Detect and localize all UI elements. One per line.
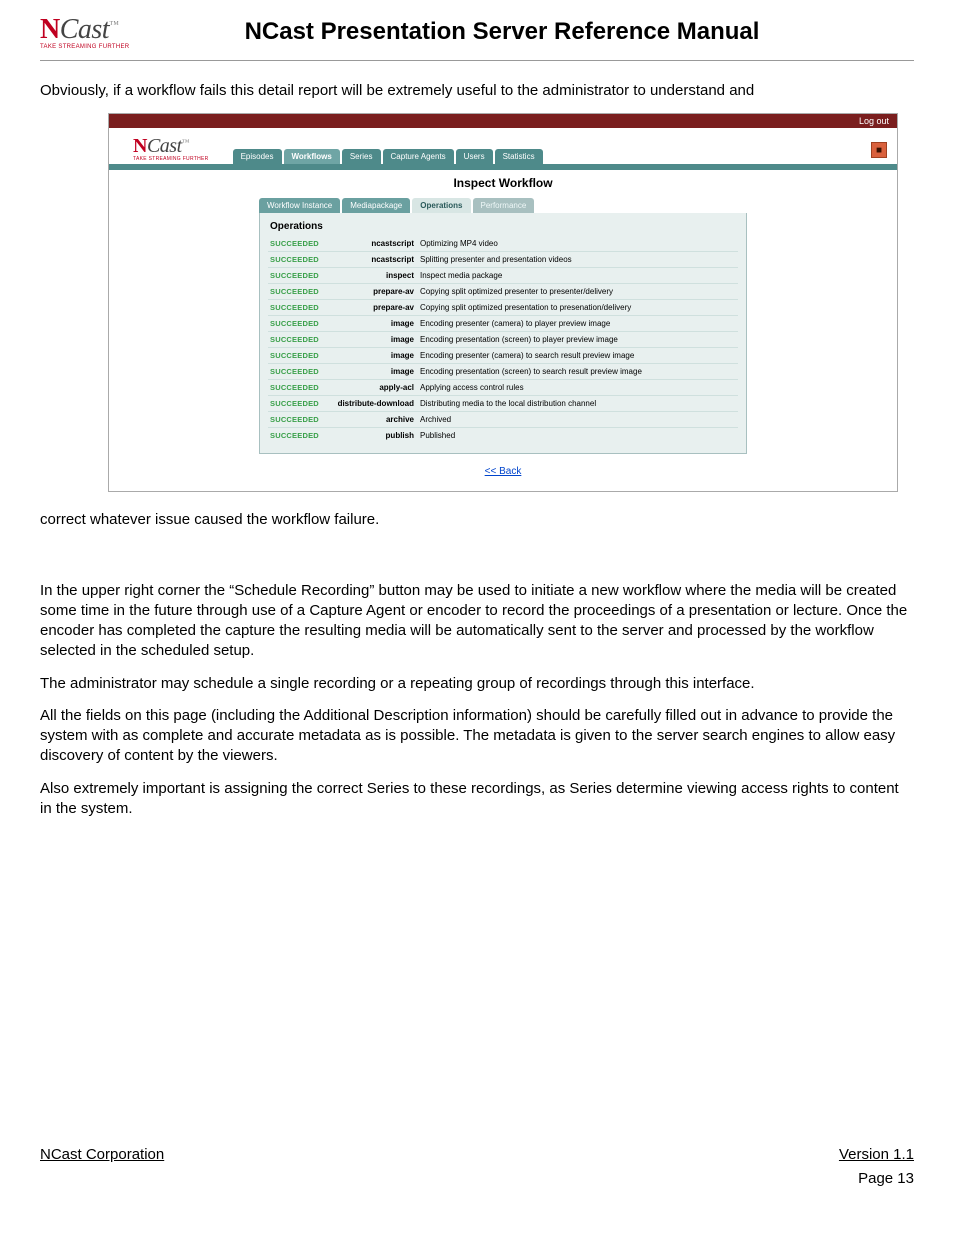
operation-description: Archived (420, 415, 451, 424)
logout-link[interactable]: Log out (859, 116, 889, 126)
operation-label: inspect (330, 271, 420, 280)
logo-n: N (40, 14, 60, 45)
main-tab-workflows[interactable]: Workflows (284, 149, 340, 164)
operation-label: prepare-av (330, 287, 420, 296)
ribbon-logo: NCast™ TAKE STREAMING FURTHER (109, 131, 223, 164)
operation-description: Encoding presenter (camera) to search re… (420, 351, 634, 360)
operation-row[interactable]: SUCCEEDEDimageEncoding presentation (scr… (268, 332, 738, 348)
schedule-recording-icon[interactable]: ■ (871, 142, 887, 158)
operation-label: prepare-av (330, 303, 420, 312)
operation-row[interactable]: SUCCEEDEDncastscriptSplitting presenter … (268, 252, 738, 268)
paragraph: The administrator may schedule a single … (40, 674, 914, 694)
inspect-workflow-screenshot: Log out NCast™ TAKE STREAMING FURTHER Ep… (108, 113, 898, 492)
back-link-wrap: << Back (109, 454, 897, 491)
back-link[interactable]: << Back (485, 466, 522, 477)
operation-description: Optimizing MP4 video (420, 239, 498, 248)
main-nav-tabs: EpisodesWorkflowsSeriesCapture AgentsUse… (233, 149, 543, 164)
operation-row[interactable]: SUCCEEDEDapply-aclApplying access contro… (268, 380, 738, 396)
operation-status: SUCCEEDED (270, 303, 330, 312)
operation-row[interactable]: SUCCEEDEDinspectInspect media package (268, 268, 738, 284)
paragraph: correct whatever issue caused the workfl… (40, 510, 914, 530)
sub-nav-tabs: Workflow InstanceMediapackageOperationsP… (259, 198, 897, 213)
operation-row[interactable]: SUCCEEDEDprepare-avCopying split optimiz… (268, 284, 738, 300)
operation-row[interactable]: SUCCEEDEDimageEncoding presenter (camera… (268, 316, 738, 332)
operation-description: Distributing media to the local distribu… (420, 399, 596, 408)
operation-description: Inspect media package (420, 271, 502, 280)
operation-label: ncastscript (330, 239, 420, 248)
app-ribbon: NCast™ TAKE STREAMING FURTHER EpisodesWo… (109, 128, 897, 164)
body-text-1: Obviously, if a workflow fails this deta… (40, 81, 914, 101)
operation-status: SUCCEEDED (270, 287, 330, 296)
operation-status: SUCCEEDED (270, 399, 330, 408)
screen-title: Inspect Workflow (109, 170, 897, 198)
sub-tab-mediapackage[interactable]: Mediapackage (342, 198, 410, 213)
operation-status: SUCCEEDED (270, 271, 330, 280)
operations-list: SUCCEEDEDncastscriptOptimizing MP4 video… (268, 236, 738, 443)
body-text-2: correct whatever issue caused the workfl… (40, 510, 914, 530)
paragraph: In the upper right corner the “Schedule … (40, 581, 914, 662)
operation-description: Splitting presenter and presentation vid… (420, 255, 572, 264)
operation-row[interactable]: SUCCEEDEDprepare-avCopying split optimiz… (268, 300, 738, 316)
paragraph: All the fields on this page (including t… (40, 706, 914, 767)
operation-row[interactable]: SUCCEEDEDarchiveArchived (268, 412, 738, 428)
operation-description: Encoding presentation (screen) to player… (420, 335, 618, 344)
operation-description: Published (420, 431, 455, 440)
operation-status: SUCCEEDED (270, 431, 330, 440)
operation-description: Encoding presentation (screen) to search… (420, 367, 642, 376)
sub-tab-workflow-instance[interactable]: Workflow Instance (259, 198, 340, 213)
operation-row[interactable]: SUCCEEDEDncastscriptOptimizing MP4 video (268, 236, 738, 252)
main-tab-series[interactable]: Series (342, 149, 381, 164)
footer-company: NCast Corporation (40, 1146, 164, 1163)
operation-label: apply-acl (330, 383, 420, 392)
main-tab-statistics[interactable]: Statistics (495, 149, 543, 164)
operation-description: Encoding presenter (camera) to player pr… (420, 319, 610, 328)
operation-row[interactable]: SUCCEEDEDimageEncoding presentation (scr… (268, 364, 738, 380)
operation-label: distribute-download (330, 399, 420, 408)
operation-description: Copying split optimized presentation to … (420, 303, 631, 312)
page-number: Page 13 (0, 1170, 954, 1187)
page-header: NCast™ TAKE STREAMING FURTHER NCast Pres… (40, 0, 914, 61)
main-tab-capture-agents[interactable]: Capture Agents (383, 149, 454, 164)
operation-label: image (330, 351, 420, 360)
operation-row[interactable]: SUCCEEDEDpublishPublished (268, 428, 738, 443)
operation-status: SUCCEEDED (270, 351, 330, 360)
ncast-logo: NCast™ TAKE STREAMING FURTHER (40, 14, 190, 50)
paragraph: Also extremely important is assigning th… (40, 779, 914, 820)
sub-tab-performance[interactable]: Performance (473, 198, 535, 213)
operation-label: publish (330, 431, 420, 440)
operation-description: Applying access control rules (420, 383, 524, 392)
paragraph: Obviously, if a workflow fails this deta… (40, 81, 914, 101)
operation-label: archive (330, 415, 420, 424)
page-footer: NCast Corporation Version 1.1 (0, 1145, 954, 1163)
app-topbar: Log out (109, 114, 897, 128)
footer-version: Version 1.1 (839, 1146, 914, 1163)
document-title: NCast Presentation Server Reference Manu… (190, 18, 914, 46)
body-text-3: In the upper right corner the “Schedule … (40, 581, 914, 820)
operation-row[interactable]: SUCCEEDEDimageEncoding presenter (camera… (268, 348, 738, 364)
main-tab-users[interactable]: Users (456, 149, 493, 164)
operation-row[interactable]: SUCCEEDEDdistribute-downloadDistributing… (268, 396, 738, 412)
operation-label: image (330, 367, 420, 376)
operation-status: SUCCEEDED (270, 255, 330, 264)
main-tab-episodes[interactable]: Episodes (233, 149, 282, 164)
operation-status: SUCCEEDED (270, 335, 330, 344)
operation-status: SUCCEEDED (270, 239, 330, 248)
operation-label: image (330, 319, 420, 328)
sub-tab-operations[interactable]: Operations (412, 198, 470, 213)
operations-panel: Operations SUCCEEDEDncastscriptOptimizin… (259, 213, 747, 454)
operation-status: SUCCEEDED (270, 383, 330, 392)
operation-status: SUCCEEDED (270, 415, 330, 424)
operation-label: image (330, 335, 420, 344)
operation-status: SUCCEEDED (270, 367, 330, 376)
logo-cast: Cast (60, 14, 109, 45)
operation-description: Copying split optimized presenter to pre… (420, 287, 613, 296)
operation-label: ncastscript (330, 255, 420, 264)
operation-status: SUCCEEDED (270, 319, 330, 328)
logo-tagline: TAKE STREAMING FURTHER (40, 44, 190, 50)
operations-header: Operations (270, 221, 738, 232)
